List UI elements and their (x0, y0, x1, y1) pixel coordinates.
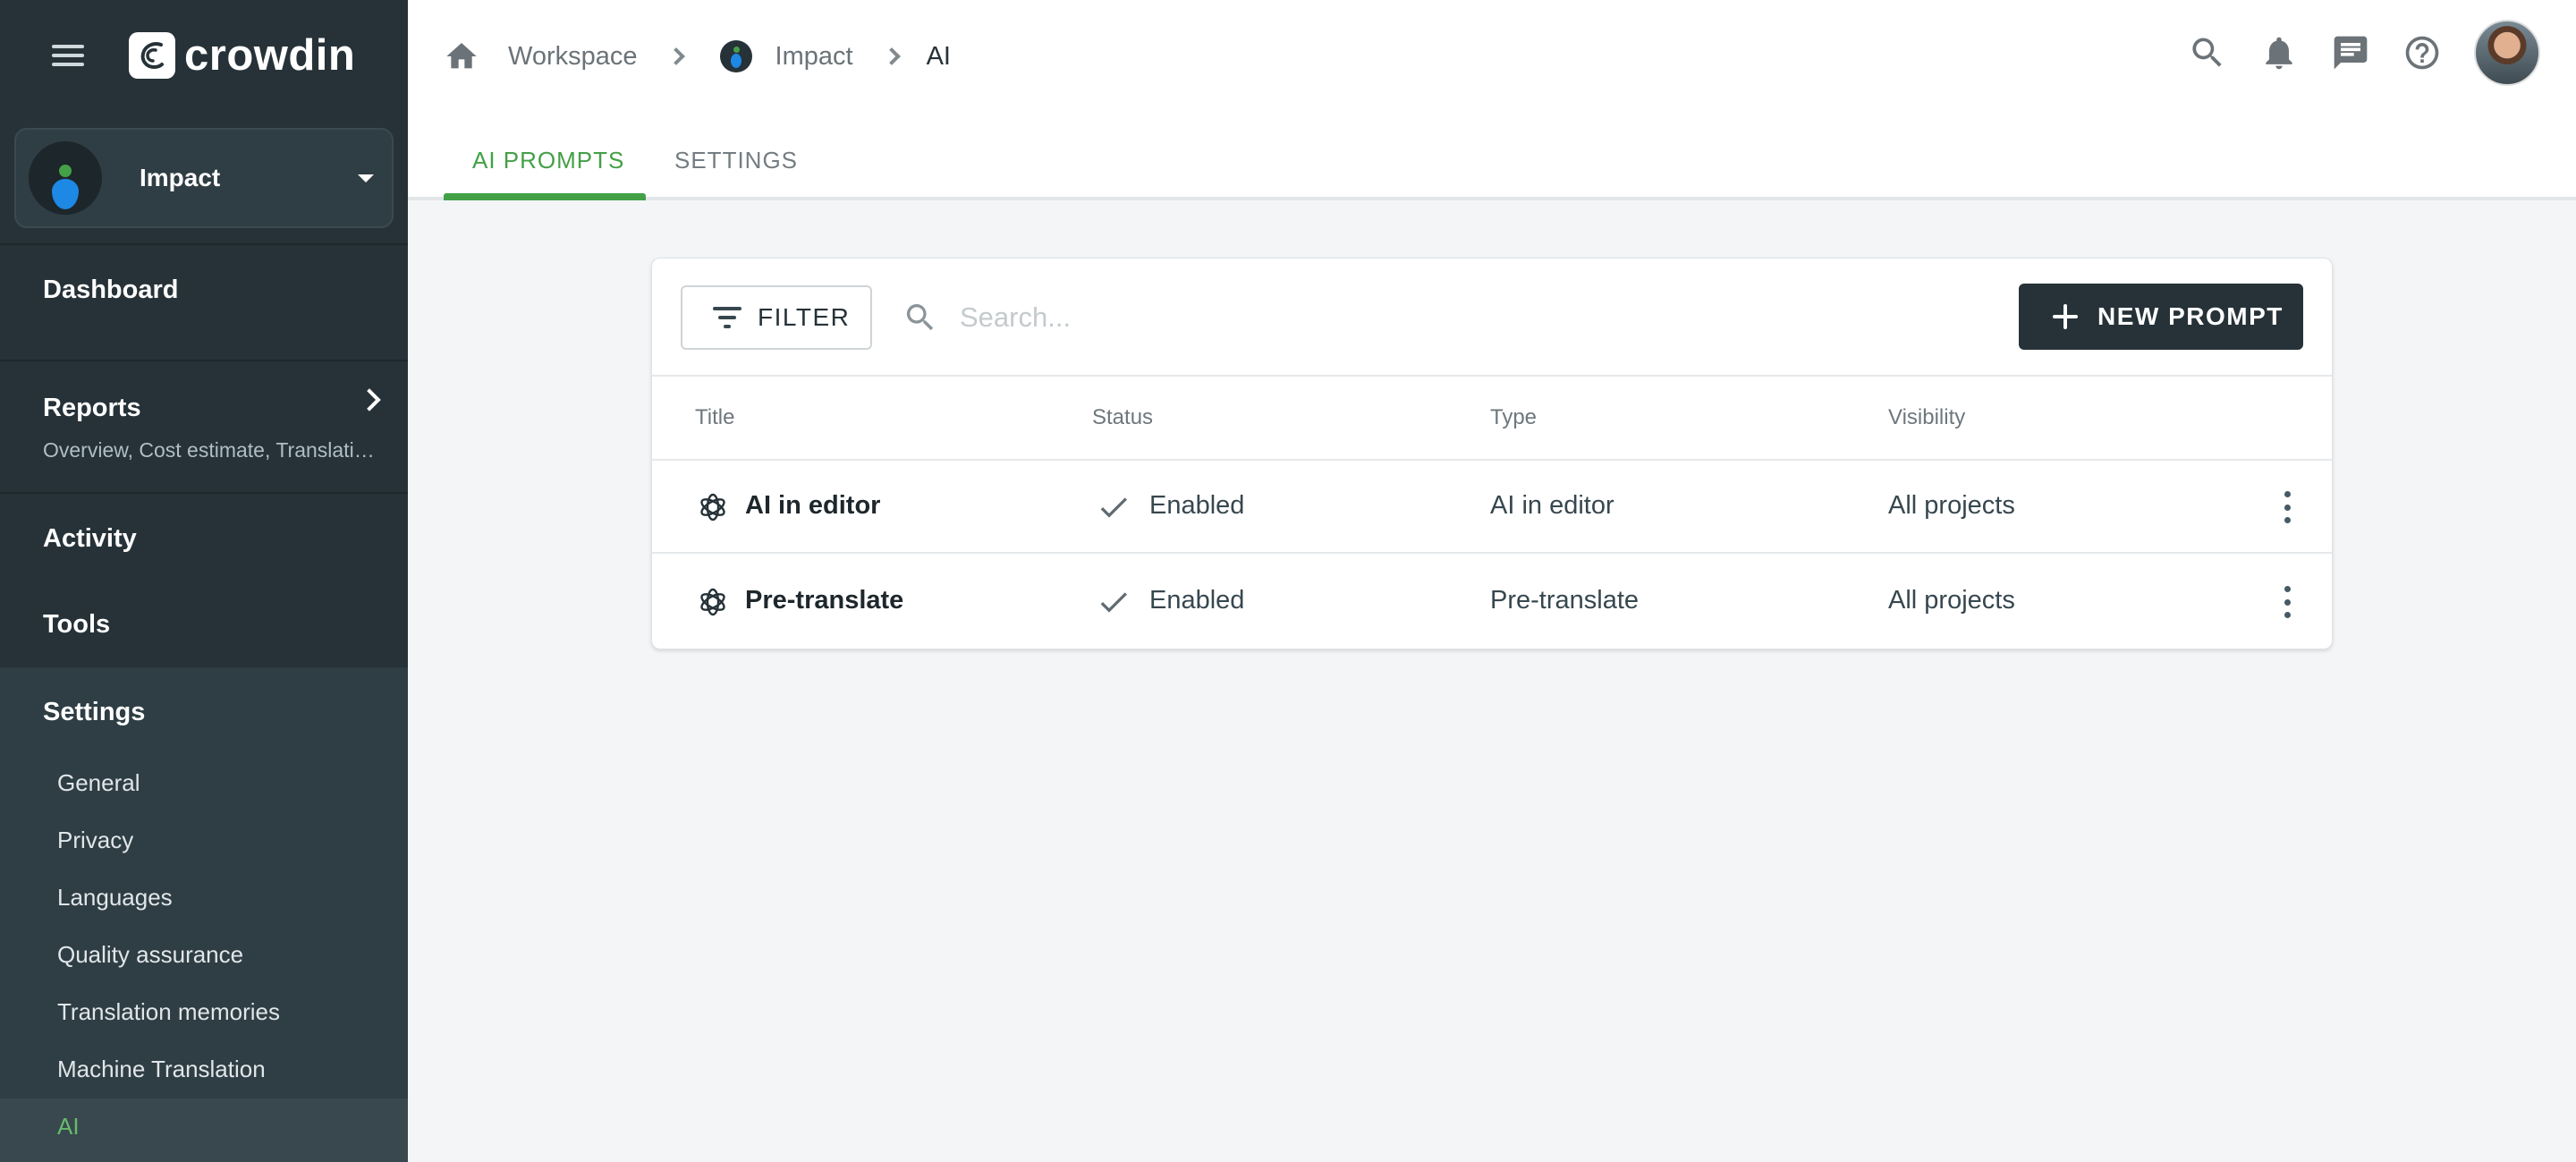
new-prompt-button[interactable]: NEW PROMPT (2019, 284, 2303, 350)
table-row[interactable]: AI in editor Enabled AI in editor All pr… (652, 461, 2332, 554)
nav-reports[interactable]: Reports (43, 394, 141, 423)
settings-section (0, 667, 408, 1162)
search-input[interactable] (960, 301, 1854, 334)
prompt-type: AI in editor (1490, 491, 1614, 520)
table-header: Title Status Type Visibility (652, 377, 2332, 461)
filter-label: FILTER (758, 303, 851, 331)
table-row[interactable]: Pre-translate Enabled Pre-translate All … (652, 556, 2332, 649)
settings-item-translation-memories[interactable]: Translation memories (57, 998, 280, 1026)
prompt-type: Pre-translate (1490, 586, 1640, 615)
openai-icon (695, 489, 731, 525)
divider (0, 360, 408, 361)
messages-icon[interactable] (2331, 33, 2370, 72)
project-avatar (29, 141, 102, 215)
search-box (902, 285, 1976, 350)
column-status[interactable]: Status (1092, 405, 1153, 430)
prompt-title[interactable]: Pre-translate (745, 586, 903, 615)
table-toolbar: FILTER NEW PROMPT (652, 259, 2332, 377)
filter-button[interactable]: FILTER (681, 285, 872, 350)
top-header: Workspace Impact AI (408, 0, 2576, 111)
more-vert-icon[interactable] (2282, 491, 2292, 523)
column-visibility[interactable]: Visibility (1888, 405, 1965, 430)
home-icon[interactable] (444, 38, 479, 74)
settings-item-general[interactable]: General (57, 769, 140, 797)
nav-dashboard[interactable]: Dashboard (43, 276, 178, 305)
settings-item-languages[interactable]: Languages (57, 884, 173, 912)
plus-icon (2053, 304, 2078, 329)
search-icon[interactable] (902, 300, 938, 335)
breadcrumb-current: AI (926, 41, 951, 71)
breadcrumb-workspace[interactable]: Workspace (508, 42, 638, 72)
prompt-status: Enabled (1149, 586, 1245, 615)
active-tab-indicator (444, 193, 646, 200)
nav-reports-subtitle: Overview, Cost estimate, Translation cos… (43, 438, 383, 462)
prompt-status: Enabled (1149, 491, 1245, 520)
tab-settings[interactable]: SETTINGS (674, 147, 798, 174)
column-title[interactable]: Title (695, 405, 734, 430)
user-avatar[interactable] (2474, 20, 2540, 86)
sidebar: crowdin Impact Dashboard Reports Overvie… (0, 0, 408, 1162)
settings-item-ai[interactable]: AI (57, 1113, 80, 1141)
settings-item-privacy[interactable]: Privacy (57, 827, 133, 854)
column-type[interactable]: Type (1490, 405, 1537, 430)
chevron-right-icon (882, 47, 901, 65)
bell-icon[interactable] (2259, 33, 2299, 72)
divider (0, 492, 408, 494)
project-name: Impact (140, 164, 221, 191)
check-icon (1096, 584, 1131, 620)
filter-icon (713, 307, 741, 328)
check-icon (1096, 489, 1131, 525)
breadcrumb: Workspace Impact AI (444, 34, 951, 79)
chevron-right-icon (666, 47, 685, 65)
divider (0, 243, 408, 245)
help-icon[interactable] (2402, 33, 2442, 72)
breadcrumb-project[interactable]: Impact (775, 42, 853, 72)
crowdin-logo-icon (129, 32, 175, 79)
tab-ai-prompts[interactable]: AI PROMPTS (472, 147, 624, 174)
crowdin-logo[interactable]: crowdin (129, 30, 355, 81)
settings-item-machine-translation[interactable]: Machine Translation (57, 1056, 266, 1083)
sidebar-top: crowdin (0, 0, 408, 111)
nav-settings[interactable]: Settings (43, 698, 145, 727)
chevron-right-icon[interactable] (358, 388, 381, 411)
prompts-card: FILTER NEW PROMPT Title Status Type Visi… (651, 258, 2333, 649)
header-actions (2156, 20, 2540, 86)
prompt-visibility: All projects (1888, 586, 2015, 615)
search-icon[interactable] (2188, 33, 2227, 72)
prompt-title[interactable]: AI in editor (745, 491, 880, 521)
logo-text: crowdin (184, 31, 356, 80)
more-vert-icon[interactable] (2282, 586, 2292, 618)
project-switcher[interactable]: Impact (14, 128, 394, 228)
prompt-visibility: All projects (1888, 491, 2015, 520)
caret-down-icon (358, 174, 374, 182)
nav-activity[interactable]: Activity (43, 524, 137, 554)
tab-bar: AI PROMPTS SETTINGS (408, 111, 2576, 200)
settings-item-quality-assurance[interactable]: Quality assurance (57, 941, 243, 969)
nav-tools[interactable]: Tools (43, 610, 110, 640)
menu-icon[interactable] (48, 41, 88, 70)
new-prompt-label: NEW PROMPT (2097, 302, 2284, 330)
openai-icon (695, 584, 731, 620)
project-avatar-small (719, 40, 752, 72)
